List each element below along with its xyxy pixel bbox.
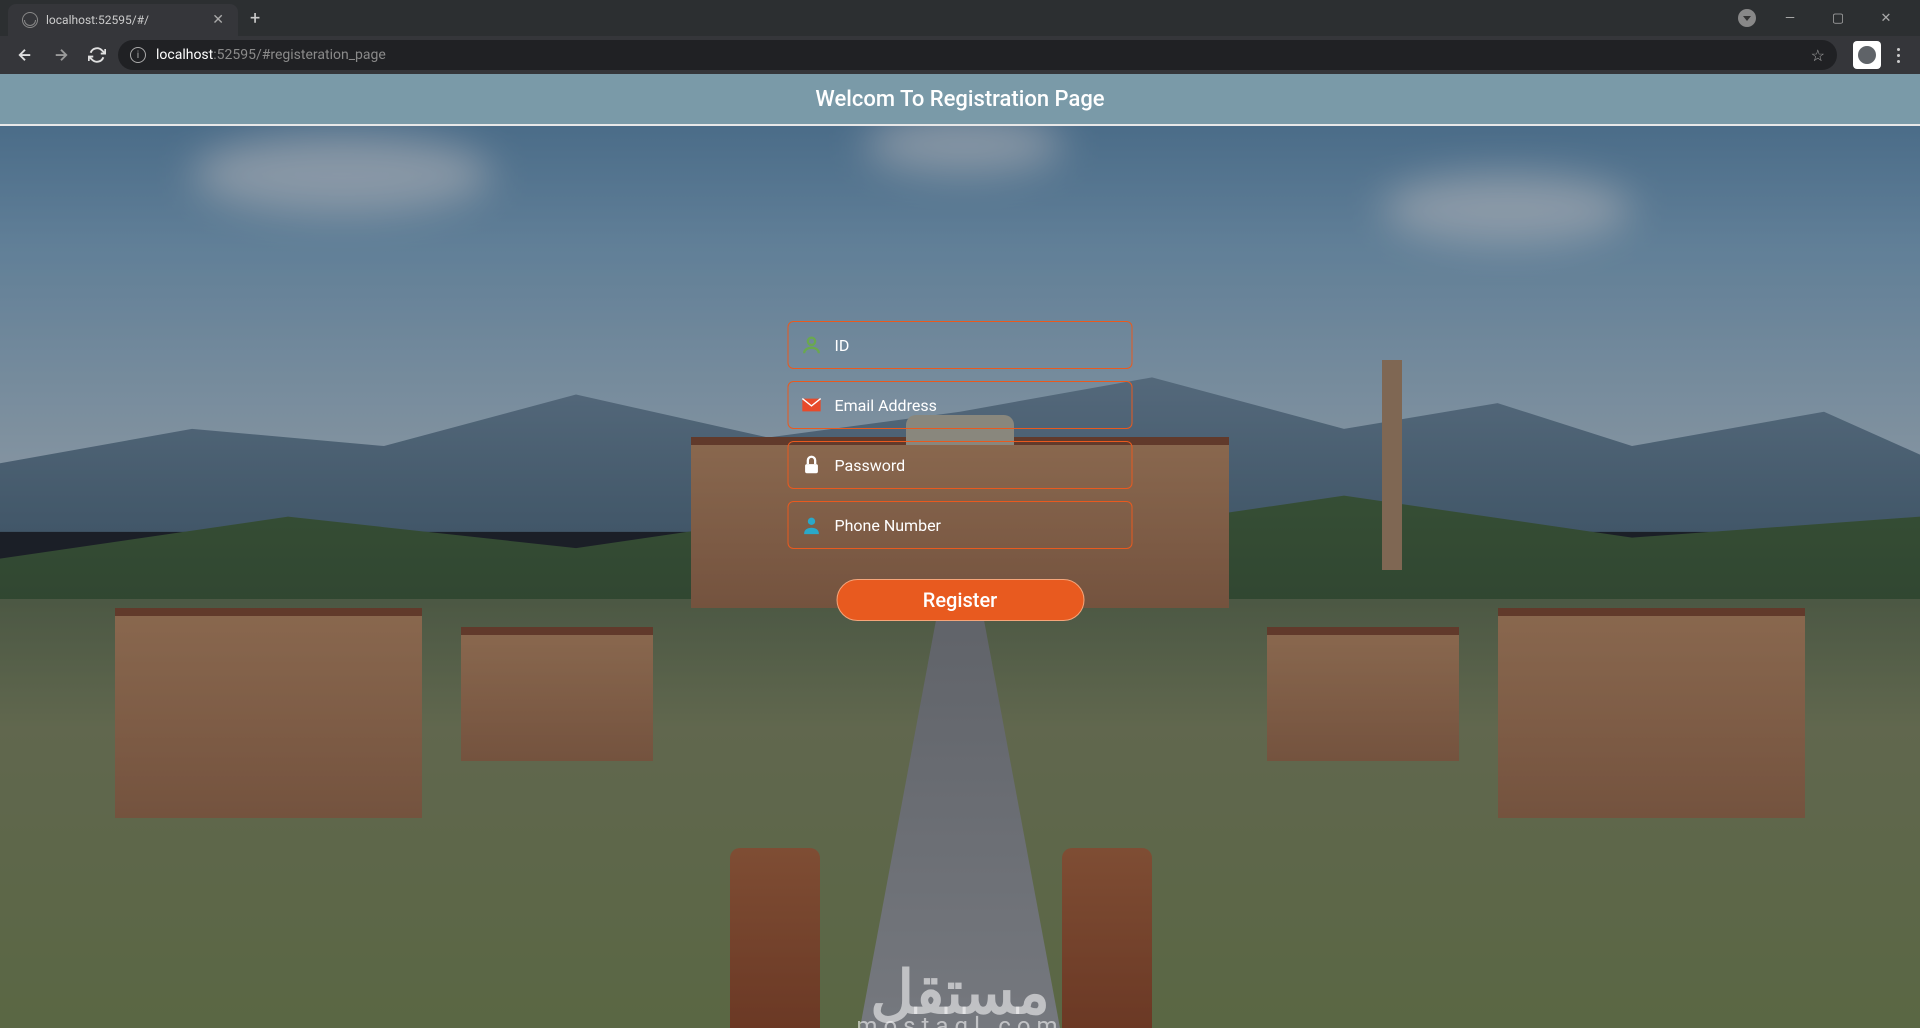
back-button[interactable] [10,40,40,70]
reload-button[interactable] [82,40,112,70]
bookmark-star-icon[interactable]: ☆ [1811,46,1825,65]
watermark: مستقل mostaql.com [856,957,1063,1028]
new-tab-button[interactable]: + [238,8,272,29]
registration-form: ID Email Address Password [788,321,1133,621]
lock-icon [801,454,823,476]
close-tab-icon[interactable]: ✕ [212,12,224,28]
id-label: ID [835,336,1120,355]
account-dropdown-icon[interactable] [1738,9,1756,27]
window-titlebar: localhost:52595/#/ ✕ + — ▢ ✕ [0,0,1920,36]
address-bar[interactable]: i localhost:52595/#registeration_page ☆ [118,40,1837,70]
browser-menu-button[interactable] [1887,48,1910,63]
id-field[interactable]: ID [788,321,1133,369]
watermark-english: mostaql.com [856,1012,1063,1028]
page-title: Welcom To Registration Page [815,87,1104,112]
window-controls: — ▢ ✕ [1738,3,1920,33]
phone-field[interactable]: Phone Number [788,501,1133,549]
maximize-button[interactable]: ▢ [1816,3,1860,33]
browser-tab-active[interactable]: localhost:52595/#/ ✕ [8,4,238,36]
url-text: localhost:52595/#registeration_page [156,47,386,63]
person-icon [801,334,823,356]
site-info-icon[interactable]: i [130,47,146,63]
tab-title: localhost:52595/#/ [46,13,149,27]
phone-label: Phone Number [835,516,1120,535]
email-field[interactable]: Email Address [788,381,1133,429]
password-field[interactable]: Password [788,441,1133,489]
email-label: Email Address [835,396,1120,415]
globe-icon [22,12,38,28]
address-bar-actions: ☆ [1811,46,1825,65]
email-icon [801,394,823,416]
tab-strip: localhost:52595/#/ ✕ + [0,0,272,36]
close-window-button[interactable]: ✕ [1864,3,1908,33]
page-content: ID Email Address Password [0,126,1920,1028]
browser-toolbar: i localhost:52595/#registeration_page ☆ [0,36,1920,74]
minimize-button[interactable]: — [1768,3,1812,33]
person-fill-icon [801,514,823,536]
password-label: Password [835,456,1120,475]
page-header: Welcom To Registration Page [0,74,1920,126]
page-viewport: Welcom To Registration Page ID Email Add… [0,74,1920,1028]
forward-button[interactable] [46,40,76,70]
register-button[interactable]: Register [836,579,1084,621]
profile-button[interactable] [1853,41,1881,69]
